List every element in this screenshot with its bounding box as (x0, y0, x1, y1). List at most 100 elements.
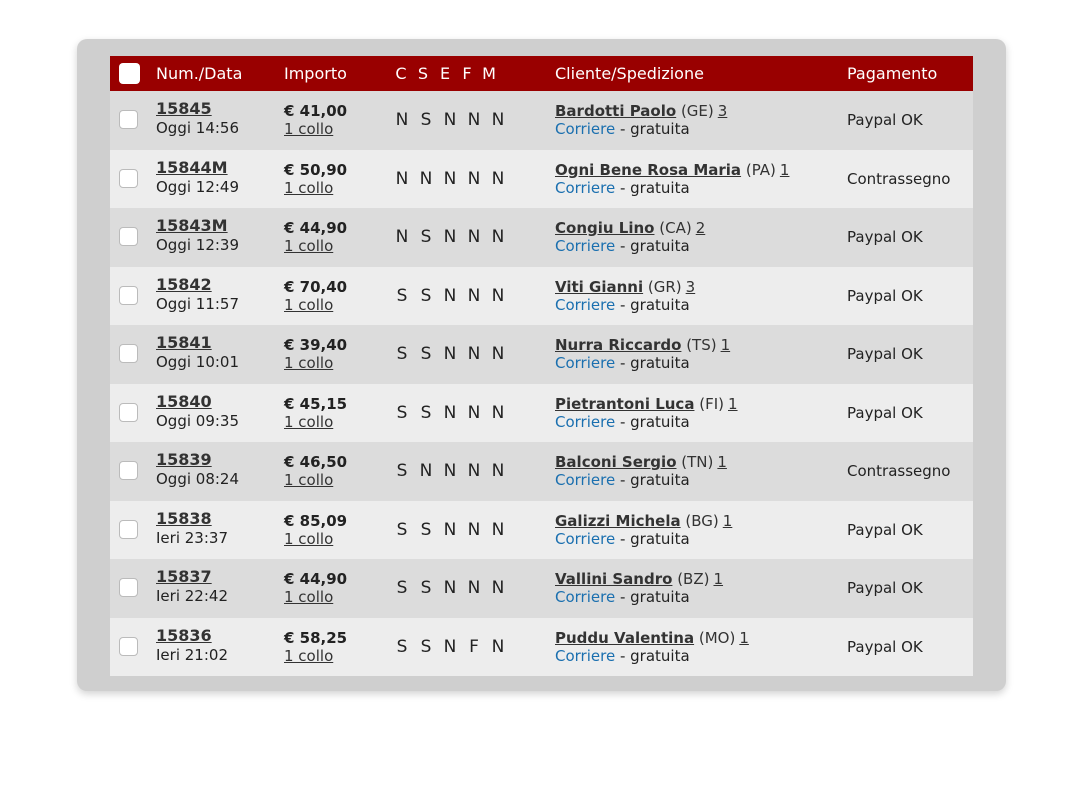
order-flag[interactable]: N (462, 110, 486, 130)
order-flag[interactable]: S (414, 578, 438, 598)
client-orders-count-link[interactable]: 3 (718, 102, 728, 120)
order-flag[interactable]: N (462, 578, 486, 598)
order-flag[interactable]: N (486, 637, 510, 657)
row-checkbox[interactable] (119, 519, 138, 539)
order-flag[interactable]: N (462, 344, 486, 364)
order-flag[interactable]: N (438, 169, 462, 189)
header-flag-f[interactable]: F (456, 64, 478, 83)
order-flag[interactable]: S (390, 578, 414, 598)
checkbox-box[interactable] (119, 636, 138, 656)
order-flag[interactable]: N (390, 169, 414, 189)
order-flag[interactable]: N (462, 461, 486, 481)
checkbox-box[interactable] (119, 461, 138, 480)
order-flag[interactable]: N (390, 227, 414, 247)
order-flag[interactable]: N (462, 403, 486, 423)
client-name-link[interactable]: Nurra Riccardo (555, 336, 681, 354)
order-number-link[interactable]: 15837 (156, 567, 228, 586)
client-name-link[interactable]: Viti Gianni (555, 278, 643, 296)
order-flag[interactable]: N (486, 461, 510, 481)
header-importo[interactable]: Importo (284, 64, 347, 83)
client-name-link[interactable]: Galizzi Michela (555, 512, 681, 530)
order-flag[interactable]: N (438, 227, 462, 247)
client-orders-count-link[interactable]: 1 (721, 336, 731, 354)
order-flag[interactable]: N (462, 520, 486, 540)
order-flag[interactable]: S (414, 637, 438, 657)
row-checkbox[interactable] (119, 578, 138, 597)
order-colli-link[interactable]: 1 collo (284, 237, 347, 255)
header-cliente[interactable]: Cliente/Spedizione (555, 64, 704, 83)
order-flag[interactable]: N (414, 169, 438, 189)
carrier-link[interactable]: Corriere (555, 296, 615, 314)
order-colli-link[interactable]: 1 collo (284, 179, 347, 197)
order-flag[interactable]: S (414, 520, 438, 540)
order-colli-link[interactable]: 1 collo (284, 471, 347, 489)
checkbox-box[interactable] (119, 344, 138, 363)
carrier-link[interactable]: Corriere (555, 120, 615, 138)
carrier-link[interactable]: Corriere (555, 471, 615, 489)
order-flag[interactable]: N (462, 286, 486, 306)
header-pagamento[interactable]: Pagamento (847, 64, 937, 83)
row-checkbox[interactable] (119, 168, 138, 188)
order-flag[interactable]: S (414, 286, 438, 306)
order-flag[interactable]: S (390, 403, 414, 423)
order-number-link[interactable]: 15841 (156, 333, 239, 352)
checkbox-box[interactable] (119, 402, 138, 422)
order-flag[interactable]: N (486, 169, 510, 189)
client-name-link[interactable]: Vallini Sandro (555, 570, 672, 588)
order-flag[interactable]: F (462, 637, 486, 657)
row-checkbox[interactable] (119, 402, 138, 422)
carrier-link[interactable]: Corriere (555, 237, 615, 255)
carrier-link[interactable]: Corriere (555, 354, 615, 372)
order-number-link[interactable]: 15842 (156, 275, 239, 294)
select-all-checkbox[interactable] (119, 63, 140, 84)
order-flag[interactable]: N (438, 110, 462, 130)
client-name-link[interactable]: Congiu Lino (555, 219, 654, 237)
order-flag[interactable]: S (414, 344, 438, 364)
carrier-link[interactable]: Corriere (555, 647, 615, 665)
order-flag[interactable]: S (390, 461, 414, 481)
header-flag-c[interactable]: C (390, 64, 412, 83)
order-flag[interactable]: S (414, 403, 438, 423)
order-flag[interactable]: N (486, 344, 510, 364)
order-flag[interactable]: N (462, 169, 486, 189)
header-num-date[interactable]: Num./Data (156, 64, 242, 83)
order-flag[interactable]: N (438, 520, 462, 540)
client-name-link[interactable]: Balconi Sergio (555, 453, 677, 471)
order-flag[interactable]: N (438, 403, 462, 423)
order-flag[interactable]: N (414, 461, 438, 481)
carrier-link[interactable]: Corriere (555, 588, 615, 606)
order-flag[interactable]: N (486, 578, 510, 598)
order-flag[interactable]: S (390, 520, 414, 540)
order-flag[interactable]: S (414, 227, 438, 247)
order-colli-link[interactable]: 1 collo (284, 530, 347, 548)
carrier-link[interactable]: Corriere (555, 530, 615, 548)
client-orders-count-link[interactable]: 1 (780, 161, 790, 179)
client-orders-count-link[interactable]: 1 (717, 453, 727, 471)
order-flag[interactable]: S (414, 110, 438, 130)
order-flag[interactable]: N (486, 227, 510, 247)
order-number-link[interactable]: 15838 (156, 509, 228, 528)
carrier-link[interactable]: Corriere (555, 413, 615, 431)
client-name-link[interactable]: Puddu Valentina (555, 629, 694, 647)
order-flag[interactable]: N (390, 110, 414, 130)
checkbox-box[interactable] (119, 227, 138, 246)
checkbox-box[interactable] (119, 519, 138, 539)
header-flag-e[interactable]: E (434, 64, 456, 83)
order-flag[interactable]: N (438, 286, 462, 306)
order-flag[interactable]: N (438, 461, 462, 481)
client-orders-count-link[interactable]: 2 (696, 219, 706, 237)
checkbox-box[interactable] (119, 63, 140, 84)
order-number-link[interactable]: 15839 (156, 450, 239, 469)
order-flag[interactable]: N (462, 227, 486, 247)
order-flag[interactable]: N (486, 403, 510, 423)
order-flag[interactable]: S (390, 637, 414, 657)
header-flag-m[interactable]: M (478, 64, 500, 83)
order-colli-link[interactable]: 1 collo (284, 413, 347, 431)
order-number-link[interactable]: 15843M (156, 216, 239, 235)
checkbox-box[interactable] (119, 168, 138, 188)
order-flag[interactable]: N (486, 520, 510, 540)
order-flag[interactable]: N (486, 110, 510, 130)
order-colli-link[interactable]: 1 collo (284, 120, 347, 138)
client-orders-count-link[interactable]: 3 (686, 278, 696, 296)
order-flag[interactable]: N (486, 286, 510, 306)
